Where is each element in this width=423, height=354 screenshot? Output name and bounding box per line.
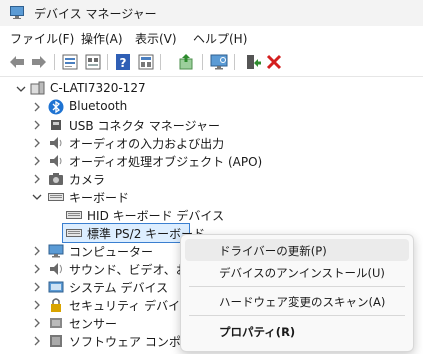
context-menu: ドライバーの更新(P) デバイスのアンインストール(U) ハードウェア変更のスキ… xyxy=(180,234,414,352)
security-icon xyxy=(51,298,61,312)
tree-item-software-components[interactable]: ソフトウェア コンポーネント xyxy=(0,332,180,350)
scan-hardware-icon[interactable] xyxy=(210,53,228,71)
toolbar-separator xyxy=(234,54,235,70)
window-title: デバイス マネージャー xyxy=(34,7,157,21)
toolbar: ? xyxy=(0,48,423,77)
help-icon[interactable]: ? xyxy=(114,53,132,71)
tree-item-hid-keyboard[interactable]: HID キーボード デバイス xyxy=(0,206,224,224)
back-arrow-icon[interactable] xyxy=(8,53,26,71)
tree-item-usb-connector[interactable]: USB コネクタ マネージャー xyxy=(0,116,220,134)
tree-item-camera[interactable]: カメラ xyxy=(0,170,200,188)
menu-file[interactable]: ファイル(F) xyxy=(10,30,74,47)
tree-item-label: カメラ xyxy=(69,173,106,187)
tree-item-audio-io[interactable]: オーディオの入力および出力 xyxy=(0,134,224,152)
tree-item-computer[interactable]: コンピューター xyxy=(0,242,180,260)
tree-item-apo[interactable]: オーディオ処理オブジェクト (APO) xyxy=(0,152,262,170)
tree-item-label: センサー xyxy=(69,317,118,331)
driver-view-icon[interactable] xyxy=(137,53,155,71)
tree-item-label: USB コネクタ マネージャー xyxy=(69,119,220,133)
context-scan-hardware[interactable]: ハードウェア変更のスキャン(A) xyxy=(185,290,409,312)
menu-bar: ファイル(F) 操作(A) 表示(V) ヘルプ(H) xyxy=(0,26,423,49)
chevron-down-icon[interactable] xyxy=(32,192,42,202)
chevron-right-icon[interactable] xyxy=(32,102,42,112)
chevron-right-icon[interactable] xyxy=(32,174,42,184)
chevron-right-icon[interactable] xyxy=(32,138,42,148)
chevron-right-icon[interactable] xyxy=(32,282,42,292)
tree-item-label: サウンド、ビデオ、およびゲーム xyxy=(69,263,180,277)
keyboard-icon xyxy=(66,211,82,219)
toolbar-separator xyxy=(54,54,55,70)
tree-item-label: ソフトウェア コンポーネント xyxy=(69,335,180,349)
context-item-label: ドライバーの更新(P) xyxy=(219,244,327,258)
tree-item-sound-video[interactable]: サウンド、ビデオ、およびゲーム xyxy=(0,260,180,278)
software-icon xyxy=(50,335,62,347)
tree-item-ps2-keyboard[interactable]: 標準 PS/2 キーボード xyxy=(62,223,205,243)
tree-root[interactable]: C-LATI7320-127 xyxy=(0,80,200,98)
context-uninstall-device[interactable]: デバイスのアンインストール(U) xyxy=(185,261,409,283)
usb-icon xyxy=(51,120,61,130)
toolbar-separator xyxy=(160,54,161,70)
tree-item-label: オーディオ処理オブジェクト (APO) xyxy=(69,155,263,169)
chevron-right-icon[interactable] xyxy=(32,336,42,346)
context-item-label: ハードウェア変更のスキャン(A) xyxy=(219,295,386,309)
tree-item-bluetooth[interactable]: Bluetooth xyxy=(0,98,200,116)
chevron-right-icon[interactable] xyxy=(32,300,42,310)
keyboard-icon xyxy=(48,193,64,201)
tree-item-label: キーボード xyxy=(69,191,130,205)
chevron-right-icon[interactable] xyxy=(32,156,42,166)
chevron-right-icon[interactable] xyxy=(32,318,42,328)
chevron-right-icon[interactable] xyxy=(32,264,42,274)
chevron-right-icon[interactable] xyxy=(32,246,42,256)
toolbar-separator xyxy=(202,54,203,70)
computer-icon xyxy=(30,81,45,95)
device-manager-icon xyxy=(10,6,24,19)
uninstall-device-icon[interactable] xyxy=(265,53,283,71)
enable-device-icon[interactable] xyxy=(244,53,262,71)
tree-item-sensors[interactable]: センサー xyxy=(0,314,180,332)
system-icon xyxy=(48,281,64,293)
tree-root-label: C-LATI7320-127 xyxy=(50,81,146,95)
context-separator xyxy=(189,286,405,287)
menu-view[interactable]: 表示(V) xyxy=(135,30,177,47)
chevron-down-icon[interactable] xyxy=(16,84,26,94)
sound-icon xyxy=(50,263,62,275)
keyboard-icon xyxy=(66,229,82,237)
context-item-label: プロパティ(R) xyxy=(219,325,296,339)
tree-item-label: セキュリティ デバイス xyxy=(69,299,192,313)
context-update-driver[interactable]: ドライバーの更新(P) xyxy=(185,239,409,261)
context-item-label: デバイスのアンインストール(U) xyxy=(219,266,385,280)
monitor-icon xyxy=(48,244,64,258)
tree-item-label: システム デバイス xyxy=(69,281,169,295)
menu-help[interactable]: ヘルプ(H) xyxy=(193,30,247,47)
show-hidden-icon[interactable] xyxy=(84,53,102,71)
svg-text:?: ? xyxy=(120,56,127,70)
sensor-icon xyxy=(50,318,62,328)
menu-action[interactable]: 操作(A) xyxy=(81,30,123,47)
properties-icon[interactable] xyxy=(61,53,79,71)
tree-item-system-devices[interactable]: システム デバイス xyxy=(0,278,180,296)
speaker-icon xyxy=(50,137,62,149)
context-separator xyxy=(189,315,405,316)
speaker-icon xyxy=(50,155,62,167)
chevron-right-icon[interactable] xyxy=(32,120,42,130)
context-properties[interactable]: プロパティ(R) xyxy=(185,320,409,342)
toolbar-separator xyxy=(107,54,108,70)
tree-item-label: オーディオの入力および出力 xyxy=(69,137,225,151)
bluetooth-icon xyxy=(48,99,64,115)
tree-item-label: コンピューター xyxy=(69,245,154,259)
forward-arrow-icon[interactable] xyxy=(30,53,48,71)
tree-item-label: HID キーボード デバイス xyxy=(87,209,225,223)
tree-item-keyboards[interactable]: キーボード xyxy=(0,188,200,206)
update-driver-icon[interactable] xyxy=(177,53,195,71)
tree-item-security-devices[interactable]: セキュリティ デバイス xyxy=(0,296,192,314)
tree-item-label: Bluetooth xyxy=(69,99,128,113)
camera-icon xyxy=(49,173,63,185)
title-bar: デバイス マネージャー xyxy=(0,0,423,26)
